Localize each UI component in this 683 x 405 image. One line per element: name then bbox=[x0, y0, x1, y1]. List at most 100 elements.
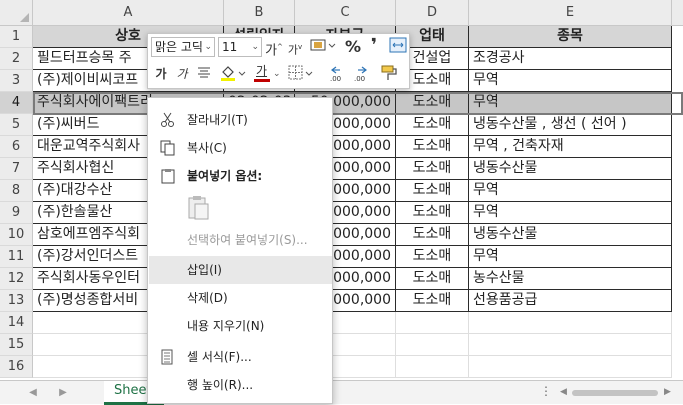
column-header-f[interactable] bbox=[672, 0, 683, 26]
row-header[interactable]: 1 bbox=[0, 26, 33, 48]
cell-item[interactable]: 냉동수산물 bbox=[469, 224, 672, 246]
font-color-glyph: 가 bbox=[256, 64, 268, 78]
empty-cell[interactable] bbox=[396, 356, 469, 378]
column-header-a[interactable]: A bbox=[33, 0, 224, 26]
row-header-selected[interactable]: 4 bbox=[0, 92, 33, 114]
chevron-down-icon[interactable]: ⌄ bbox=[204, 38, 212, 56]
row-header[interactable]: 16 bbox=[0, 356, 33, 378]
accounting-format-button[interactable] bbox=[309, 37, 337, 57]
row-header[interactable]: 14 bbox=[0, 312, 33, 334]
cell-item[interactable]: 무역 , 건축자재 bbox=[469, 136, 672, 158]
row-header[interactable]: 7 bbox=[0, 158, 33, 180]
row-header[interactable]: 5 bbox=[0, 114, 33, 136]
menu-item-format-cells[interactable]: 셀 서식(F)... bbox=[149, 343, 332, 371]
cell-item[interactable]: 냉동수산물 bbox=[469, 158, 672, 180]
comma-style-button[interactable]: ❜ bbox=[367, 36, 381, 56]
menu-item-delete[interactable]: 삭제(D) bbox=[149, 284, 332, 312]
format-cells-icon bbox=[161, 349, 173, 365]
cell-business-type[interactable]: 도소매 bbox=[396, 114, 469, 136]
cell-business-type[interactable]: 도소매 bbox=[396, 92, 469, 114]
empty-cell[interactable] bbox=[469, 334, 672, 356]
menu-item-insert[interactable]: 삽입(I) bbox=[149, 256, 332, 284]
cell-business-type[interactable]: 도소매 bbox=[396, 202, 469, 224]
fill-color-button[interactable] bbox=[218, 64, 248, 84]
tab-scroll-right-icon[interactable]: ▶ bbox=[56, 386, 70, 400]
row-header[interactable]: 15 bbox=[0, 334, 33, 356]
align-center-button[interactable] bbox=[195, 64, 213, 84]
cell-item[interactable]: 무역 bbox=[469, 70, 672, 92]
cell-item[interactable]: 무역 bbox=[469, 92, 672, 114]
cell-item[interactable]: 무역 bbox=[469, 180, 672, 202]
column-header-c[interactable]: C bbox=[295, 0, 396, 26]
scrollbar-thumb[interactable] bbox=[572, 390, 658, 396]
tab-options-icon[interactable]: ⋮ bbox=[540, 384, 552, 398]
font-name-box[interactable]: 맑은 고딕 ⌄ bbox=[151, 37, 215, 57]
menu-item-row-height[interactable]: 행 높이(R)... bbox=[149, 371, 332, 399]
cell-business-type[interactable]: 도소매 bbox=[396, 136, 469, 158]
decrease-font-size-button[interactable]: 가v bbox=[286, 37, 304, 57]
merge-center-button[interactable] bbox=[388, 37, 408, 57]
chevron-down-icon[interactable]: ⌄ bbox=[273, 64, 281, 84]
column-header-d[interactable]: D bbox=[396, 0, 469, 26]
empty-cell[interactable] bbox=[469, 312, 672, 334]
empty-cell[interactable] bbox=[396, 334, 469, 356]
menu-item-copy[interactable]: 복사(C) bbox=[149, 134, 332, 162]
row-header[interactable]: 10 bbox=[0, 224, 33, 246]
horizontal-scrollbar[interactable]: ◀ ▶ bbox=[558, 387, 676, 399]
increase-font-size-button[interactable]: 가^ bbox=[265, 37, 283, 58]
empty-cell[interactable] bbox=[396, 312, 469, 334]
column-header-b[interactable]: B bbox=[224, 0, 295, 26]
row-header[interactable]: 11 bbox=[0, 246, 33, 268]
svg-text:.00: .00 bbox=[354, 75, 365, 82]
row-header[interactable]: 2 bbox=[0, 48, 33, 70]
cell-business-type[interactable]: 도소매 bbox=[396, 180, 469, 202]
tab-scroll-left-icon[interactable]: ◀ bbox=[26, 386, 40, 400]
cell-item[interactable]: 무역 bbox=[469, 246, 672, 268]
scroll-right-arrow-icon[interactable]: ▶ bbox=[664, 387, 671, 397]
header-cell-item[interactable]: 종목 bbox=[469, 26, 672, 48]
row-header[interactable]: 12 bbox=[0, 268, 33, 290]
row-header[interactable]: 9 bbox=[0, 202, 33, 224]
cell-business-type[interactable]: 도소매 bbox=[396, 290, 469, 312]
column-header-e[interactable]: E bbox=[469, 0, 672, 26]
paste-clipboard-icon[interactable] bbox=[186, 194, 212, 222]
select-all-corner[interactable] bbox=[0, 0, 33, 26]
italic-button[interactable]: 가 bbox=[174, 64, 190, 84]
scissors-icon bbox=[161, 112, 174, 127]
svg-text:.00: .00 bbox=[330, 75, 341, 82]
row-header[interactable]: 3 bbox=[0, 70, 33, 92]
font-size-box[interactable]: 11 ⌄ bbox=[218, 37, 262, 57]
increase-decimal-button[interactable]: .00 bbox=[328, 64, 350, 84]
borders-button[interactable] bbox=[286, 64, 316, 84]
cell-business-type[interactable]: 도소매 bbox=[396, 224, 469, 246]
menu-item-label: 삭제(D) bbox=[187, 291, 228, 305]
cell-business-type[interactable]: 도소매 bbox=[396, 268, 469, 290]
cell-business-type[interactable]: 도소매 bbox=[396, 246, 469, 268]
chevron-down-icon[interactable]: ⌄ bbox=[251, 38, 259, 56]
font-size-value: 11 bbox=[222, 40, 238, 54]
font-color-button[interactable]: 가 ⌄ bbox=[252, 64, 282, 84]
format-painter-button[interactable] bbox=[378, 64, 400, 84]
bold-button[interactable]: 가 bbox=[153, 64, 169, 84]
menu-item-clear-contents[interactable]: 내용 지우기(N) bbox=[149, 312, 332, 340]
empty-cell[interactable] bbox=[469, 356, 672, 378]
cell-item[interactable]: 무역 bbox=[469, 202, 672, 224]
row-header[interactable]: 6 bbox=[0, 136, 33, 158]
context-menu: 잘라내기(T) 복사(C) 붙여넣기 옵션: 선택하여 붙여넣기(S)... 삽… bbox=[147, 97, 333, 404]
scroll-left-arrow-icon[interactable]: ◀ bbox=[560, 387, 567, 397]
row-header[interactable]: 13 bbox=[0, 290, 33, 312]
cell-business-type[interactable]: 도소매 bbox=[396, 158, 469, 180]
menu-item-label: 붙여넣기 옵션: bbox=[187, 169, 263, 183]
decrease-decimal-button[interactable]: .00 bbox=[352, 64, 374, 84]
font-color-swatch bbox=[254, 79, 270, 82]
cell-item[interactable]: 조경공사 bbox=[469, 48, 672, 70]
cell-item[interactable]: 냉동수산물 , 생선 ( 선어 ) bbox=[469, 114, 672, 136]
menu-item-cut[interactable]: 잘라내기(T) bbox=[149, 106, 332, 134]
accounting-format-icon bbox=[310, 39, 336, 51]
percent-style-button[interactable]: % bbox=[344, 37, 362, 57]
cell-item[interactable]: 선용품공급 bbox=[469, 290, 672, 312]
row-header[interactable]: 8 bbox=[0, 180, 33, 202]
menu-item-paste-special[interactable]: 선택하여 붙여넣기(S)... bbox=[149, 226, 332, 254]
cell-item[interactable]: 농수산물 bbox=[469, 268, 672, 290]
decrease-decimal-icon: .00 bbox=[354, 66, 367, 83]
